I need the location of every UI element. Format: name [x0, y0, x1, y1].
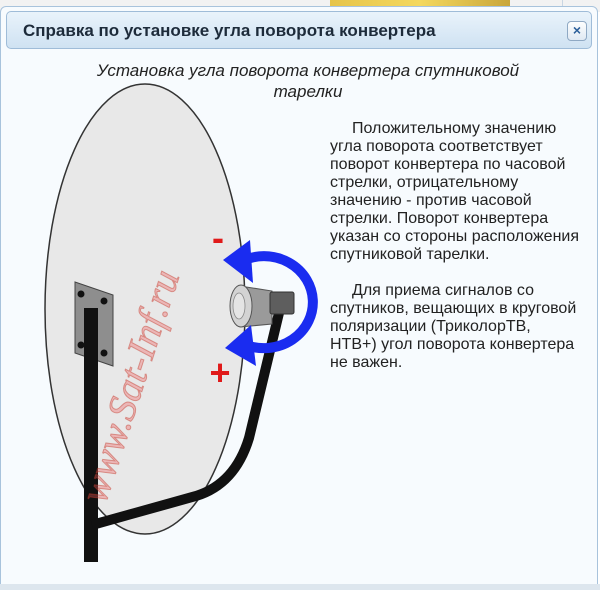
bracket-bolt [77, 290, 85, 298]
description-paragraph: Положительному значению угла поворота со… [330, 120, 580, 263]
bracket-bolt [100, 297, 108, 305]
bracket-bolt [100, 349, 108, 357]
converter-icon [229, 284, 295, 328]
dialog-bottom-edge [0, 584, 600, 590]
minus-sign: - [212, 217, 224, 258]
description-paragraph: Для приема сигналов со спутников, вещающ… [330, 282, 577, 371]
description-text: Положительному значению угла поворота со… [330, 120, 580, 390]
plus-sign: + [209, 352, 230, 393]
bracket-bolt [77, 341, 85, 349]
